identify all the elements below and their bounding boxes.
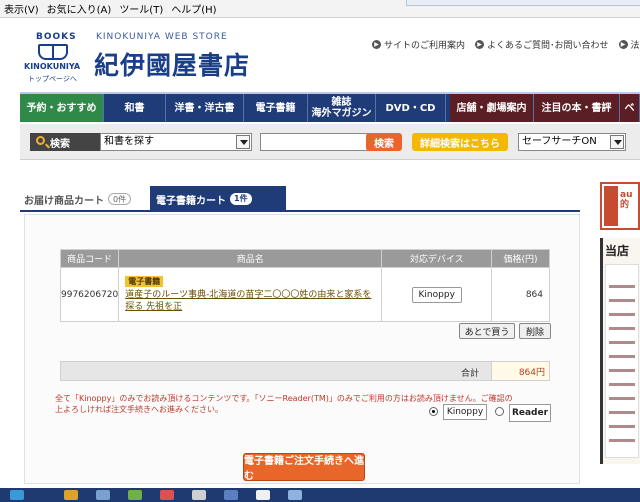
menu-help[interactable]: ヘルプ(H) [171, 1, 216, 16]
item-title-link[interactable]: 道産子のルーツ事典-北海道の苗字二〇〇〇姓の由来と家系を探る 先祖を正 [125, 290, 371, 312]
radio-kinoppy[interactable] [429, 407, 438, 416]
chevron-down-icon [610, 135, 624, 149]
nav-more[interactable]: ベ [620, 94, 640, 122]
store-name-jp: 紀伊國屋書店 [94, 51, 251, 80]
header-link-guide[interactable]: ▶ サイトのご利用案内 [372, 38, 465, 51]
search-bar: 検索 和書を探す 検索 詳細検索はこちら セーフサーチON [20, 124, 640, 160]
browser-menu-bar: 表示(V) お気に入り(A) ツール(T) ヘルプ(H) [0, 0, 640, 18]
arrow-circle-icon: ▶ [618, 40, 628, 49]
book-icon [38, 44, 68, 60]
app-icon[interactable] [256, 490, 270, 500]
app-icon[interactable] [224, 490, 238, 500]
tab-ebook-cart[interactable]: 電子書籍カート 1件 [150, 186, 286, 212]
nav-ebooks[interactable]: 電子書籍 [244, 94, 308, 122]
side-banner-au[interactable]: au的 [600, 182, 640, 230]
nav-reserve[interactable]: 予約・おすすめ [20, 94, 104, 122]
nav-featured[interactable]: 注目の本・書評 [534, 94, 620, 122]
store-name-en: KINOKUNIYA WEB STORE [96, 32, 228, 42]
header-link-faq[interactable]: ▶ よくあるご質問･お問い合わせ [475, 38, 609, 51]
store-logo[interactable]: BOOKS KINOKUNIYA トップページへ [24, 32, 82, 88]
main-nav: 予約・おすすめ 和書 洋書・洋古書 電子書籍 雑誌 海外マガジン DVD・CD … [20, 92, 640, 122]
search-icon [36, 136, 45, 145]
nav-stores[interactable]: 店舗・劇場案内 [450, 94, 534, 122]
nav-magazines[interactable]: 雑誌 海外マガジン [308, 94, 376, 122]
cart-tabs: お届け商品カート 0件 電子書籍カート 1件 [20, 186, 580, 212]
option-reader-label: Reader [509, 404, 551, 422]
cart-table-header: 商品コード 商品名 対応デバイス 価格(円) [59, 249, 550, 268]
total-row: 合計 864円 [60, 361, 550, 381]
search-input[interactable] [260, 133, 376, 151]
item-price: 864 [491, 267, 550, 322]
col-code: 商品コード [59, 249, 120, 268]
side-banner-text: au的 [620, 190, 633, 210]
nav-japanese-books[interactable]: 和書 [104, 94, 166, 122]
menu-view[interactable]: 表示(V) [4, 1, 39, 16]
tab-delivery-cart[interactable]: お届け商品カート 0件 [24, 186, 132, 212]
table-row: 9976206720 電子書籍 道産子のルーツ事典-北海道の苗字二〇〇〇姓の由来… [59, 267, 550, 322]
radio-reader[interactable] [495, 407, 504, 416]
ebook-count-badge: 1件 [230, 193, 252, 205]
total-value: 864円 [491, 362, 549, 380]
ebook-tag: 電子書籍 [125, 276, 164, 287]
item-device-cell: Kinoppy [381, 267, 493, 322]
item-name-cell: 電子書籍 道産子のルーツ事典-北海道の苗字二〇〇〇姓の由来と家系を探る 先祖を正 [118, 267, 383, 322]
ebook-cart-panel: 商品コード 商品名 対応デバイス 価格(円) 9976206720 電子書籍 道… [24, 214, 580, 484]
save-for-later-button[interactable]: あとで買う [459, 323, 515, 339]
logo-brand-text: KINOKUNIYA [24, 62, 81, 71]
item-code: 9976206720 [59, 267, 120, 322]
delete-button[interactable]: 削除 [519, 323, 551, 339]
col-name: 商品名 [118, 249, 383, 268]
safe-search-select[interactable]: セーフサーチON [518, 133, 626, 151]
header-links: ▶ サイトのご利用案内 ▶ よくあるご質問･お問い合わせ ▶ 法 [372, 38, 640, 51]
arrow-circle-icon: ▶ [475, 40, 485, 49]
col-device: 対応デバイス [381, 249, 493, 268]
menu-favorites[interactable]: お気に入り(A) [47, 1, 112, 16]
delivery-count-badge: 0件 [108, 193, 132, 205]
advanced-search-button[interactable]: 詳細検索はこちら [412, 133, 508, 151]
app-icon[interactable] [288, 490, 302, 500]
arrow-circle-icon: ▶ [372, 40, 381, 49]
app-icon[interactable] [192, 490, 206, 500]
folder-icon[interactable] [64, 490, 78, 500]
header-link-legal[interactable]: ▶ 法 [618, 38, 640, 51]
side-banner-image [605, 264, 639, 458]
browser-tab-strip [406, 0, 640, 6]
side-banner-store[interactable]: 当店 [600, 238, 640, 464]
option-kinoppy-label: Kinoppy [443, 404, 487, 420]
site-header: BOOKS KINOKUNIYA トップページへ KINOKUNIYA WEB … [0, 18, 640, 92]
search-category-select[interactable]: 和書を探す [100, 133, 252, 151]
chevron-down-icon [236, 135, 250, 149]
col-price: 価格(円) [491, 249, 550, 268]
app-icon[interactable] [128, 490, 142, 500]
start-icon[interactable] [10, 490, 24, 500]
kinoppy-device-button[interactable]: Kinoppy [411, 286, 462, 303]
nav-foreign-books[interactable]: 洋書・洋古書 [166, 94, 244, 122]
search-submit-button[interactable]: 検索 [366, 133, 402, 151]
app-icon[interactable] [160, 490, 174, 500]
window-icon[interactable] [96, 490, 110, 500]
ebook-checkout-button[interactable]: 電子書籍ご注文手続きへ進む [243, 453, 365, 482]
cart-table: 商品コード 商品名 対応デバイス 価格(円) 9976206720 電子書籍 道… [59, 249, 550, 322]
os-taskbar [0, 488, 640, 502]
total-label: 合計 [460, 369, 479, 379]
menu-tools[interactable]: ツール(T) [119, 1, 163, 16]
logo-top-link[interactable]: トップページへ [28, 74, 77, 84]
logo-books-text: BOOKS [36, 32, 77, 42]
side-banner-heading: 当店 [605, 244, 630, 258]
nav-dvd-cd[interactable]: DVD・CD [376, 94, 446, 122]
